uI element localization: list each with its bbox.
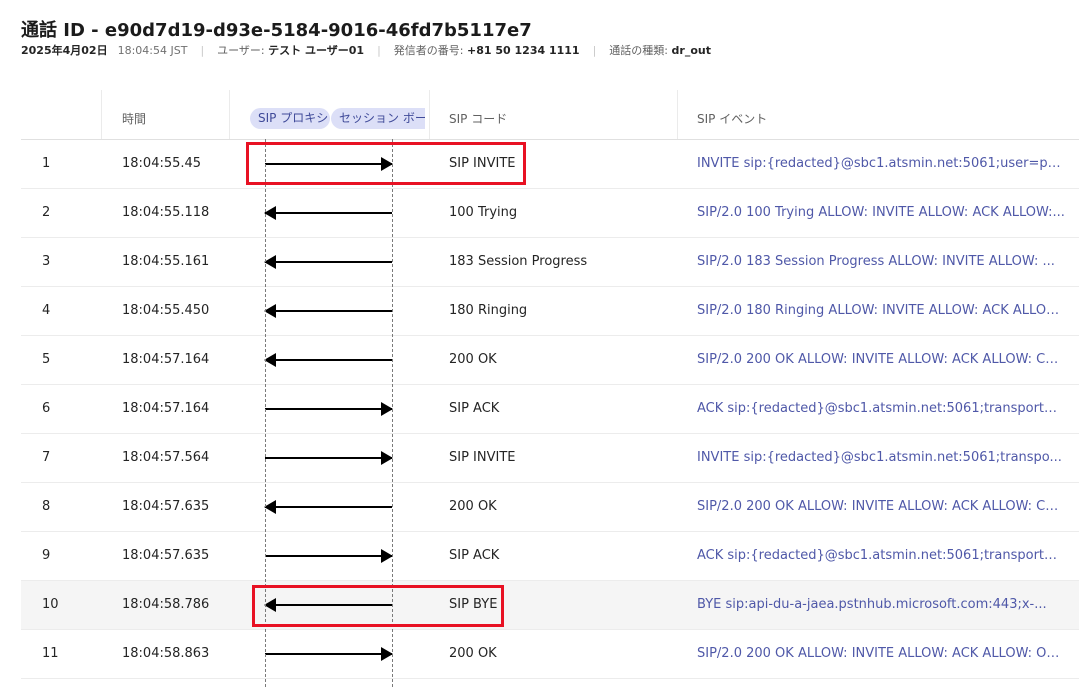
arrow-left-icon bbox=[264, 304, 392, 318]
arrow-right-icon bbox=[265, 451, 393, 465]
column-header-session-border-controller[interactable]: セッション ボーダー コントローラー bbox=[331, 108, 425, 129]
row-sip-event-link[interactable]: SIP/2.0 200 OK ALLOW: INVITE ALLOW: ACK … bbox=[697, 352, 1067, 367]
row-sip-event-link[interactable]: INVITE sip:{redacted}@sbc1.atsmin.net:50… bbox=[697, 156, 1067, 171]
row-sip-event-link[interactable]: INVITE sip:{redacted}@sbc1.atsmin.net:50… bbox=[697, 450, 1067, 465]
divider: | bbox=[377, 43, 381, 57]
page-title: 通話 ID - e90d7d19-d93e-5184-9016-46fd7b51… bbox=[21, 20, 532, 41]
row-sip-event-link[interactable]: SIP/2.0 183 Session Progress ALLOW: INVI… bbox=[697, 254, 1067, 269]
row-sip-code: 200 OK bbox=[449, 499, 497, 514]
table-row[interactable]: 8 18:04:57.635 200 OK SIP/2.0 200 OK ALLOW:… bbox=[21, 483, 1079, 532]
row-sip-event-link[interactable]: SIP/2.0 200 OK ALLOW: INVITE ALLOW: ACK … bbox=[697, 499, 1067, 514]
column-divider[interactable] bbox=[429, 90, 430, 139]
row-time: 18:04:55.161 bbox=[122, 254, 210, 269]
row-sip-code: 180 Ringing bbox=[449, 303, 528, 318]
arrow-left-icon bbox=[264, 353, 392, 367]
arrow-left-icon bbox=[264, 255, 392, 269]
sip-ladder-grid: 時間 SIP プロキシ セッション ボーダー コントローラー SIP コード S… bbox=[21, 90, 1079, 679]
caller-label: 発信者の番号: bbox=[393, 44, 464, 57]
row-time: 18:04:57.164 bbox=[122, 401, 210, 416]
row-sip-event-link[interactable]: ACK sip:{redacted}@sbc1.atsmin.net:5061;… bbox=[697, 401, 1067, 416]
highlight-box-bye bbox=[252, 585, 504, 627]
call-time: 18:04:54 JST bbox=[117, 43, 188, 57]
table-row[interactable]: 2 18:04:55.118 100 Trying SIP/2.0 100 Tryin… bbox=[21, 189, 1079, 238]
row-sip-event-link[interactable]: SIP/2.0 200 OK ALLOW: INVITE ALLOW: ACK … bbox=[697, 646, 1067, 661]
row-sip-code: SIP ACK bbox=[449, 401, 500, 416]
row-sip-code: 200 OK bbox=[449, 646, 497, 661]
row-sip-code: 183 Session Progress bbox=[449, 254, 588, 269]
row-time: 18:04:57.564 bbox=[122, 450, 210, 465]
row-time: 18:04:57.635 bbox=[122, 548, 210, 563]
table-row[interactable]: 10 18:04:58.786 SIP BYE BYE sip:api-du-a-ja… bbox=[21, 581, 1079, 630]
row-sip-event-link[interactable]: ACK sip:{redacted}@sbc1.atsmin.net:5061;… bbox=[697, 548, 1067, 563]
column-header-sip-event[interactable]: SIP イベント bbox=[697, 110, 767, 127]
table-row[interactable]: 9 18:04:57.635 SIP ACK ACK sip:{redacted}@s… bbox=[21, 532, 1079, 581]
grid-header: 時間 SIP プロキシ セッション ボーダー コントローラー SIP コード S… bbox=[21, 90, 1079, 140]
row-number: 8 bbox=[42, 499, 51, 514]
row-number: 7 bbox=[42, 450, 51, 465]
row-time: 18:04:57.635 bbox=[122, 499, 210, 514]
row-time: 18:04:55.450 bbox=[122, 303, 210, 318]
row-time: 18:04:55.118 bbox=[122, 205, 210, 220]
row-sip-code: SIP INVITE bbox=[449, 450, 516, 465]
divider: | bbox=[592, 43, 597, 57]
row-number: 11 bbox=[42, 646, 59, 661]
user-label: ユーザー: bbox=[217, 44, 265, 57]
row-sip-code: 200 OK bbox=[449, 352, 497, 367]
row-sip-event-link[interactable]: SIP/2.0 180 Ringing ALLOW: INVITE ALLOW:… bbox=[697, 303, 1067, 318]
grid-body: 1 18:04:55.45 SIP INVITE INVITE sip:{redact… bbox=[21, 140, 1079, 679]
row-time: 18:04:55.45 bbox=[122, 156, 202, 171]
row-sip-code: 100 Trying bbox=[449, 205, 518, 220]
call-meta: 2025年4月02日 18:04:54 JST | ユーザー: テスト ユーザー… bbox=[21, 42, 711, 58]
column-header-time[interactable]: 時間 bbox=[122, 110, 146, 127]
row-time: 18:04:57.164 bbox=[122, 352, 210, 367]
row-sip-event-link[interactable]: BYE sip:api-du-a-jaea.pstnhub.microsoft.… bbox=[697, 597, 1067, 612]
row-number: 10 bbox=[42, 597, 59, 612]
call-date: 2025年4月02日 bbox=[21, 44, 108, 57]
row-number: 1 bbox=[42, 156, 51, 171]
calltype-value: dr_out bbox=[671, 43, 711, 57]
row-number: 6 bbox=[42, 401, 51, 416]
column-divider[interactable] bbox=[229, 90, 230, 139]
arrow-right-icon bbox=[265, 647, 393, 661]
row-time: 18:04:58.786 bbox=[122, 597, 210, 612]
arrow-right-icon bbox=[265, 549, 393, 563]
calltype-label: 通話の種類: bbox=[609, 44, 669, 57]
table-row[interactable]: 1 18:04:55.45 SIP INVITE INVITE sip:{redact… bbox=[21, 140, 1079, 189]
divider: | bbox=[200, 43, 205, 57]
arrow-left-icon bbox=[264, 500, 392, 514]
row-sip-event-link[interactable]: SIP/2.0 100 Trying ALLOW: INVITE ALLOW: … bbox=[697, 205, 1067, 220]
column-header-sip-proxy[interactable]: SIP プロキシ bbox=[250, 108, 330, 129]
row-sip-code: SIP ACK bbox=[449, 548, 500, 563]
column-divider[interactable] bbox=[677, 90, 678, 139]
row-number: 5 bbox=[42, 352, 51, 367]
user-value: テスト ユーザー01 bbox=[268, 44, 365, 57]
table-row[interactable]: 7 18:04:57.564 SIP INVITE INVITE sip:{redac… bbox=[21, 434, 1079, 483]
table-row[interactable]: 5 18:04:57.164 200 OK SIP/2.0 200 OK ALLOW:… bbox=[21, 336, 1079, 385]
column-header-sip-code[interactable]: SIP コード bbox=[449, 110, 507, 127]
row-time: 18:04:58.863 bbox=[122, 646, 210, 661]
table-row[interactable]: 6 18:04:57.164 SIP ACK ACK sip:{redacted}@s… bbox=[21, 385, 1079, 434]
highlight-box-invite bbox=[246, 142, 526, 185]
row-number: 4 bbox=[42, 303, 51, 318]
arrow-right-icon bbox=[265, 402, 393, 416]
row-number: 2 bbox=[42, 205, 51, 220]
table-row[interactable]: 3 18:04:55.161 183 Session Progress SIP/2.0… bbox=[21, 238, 1079, 287]
table-row[interactable]: 11 18:04:58.863 200 OK SIP/2.0 200 OK ALLOW… bbox=[21, 630, 1079, 679]
arrow-left-icon bbox=[264, 206, 392, 220]
row-number: 9 bbox=[42, 548, 51, 563]
row-number: 3 bbox=[42, 254, 51, 269]
caller-value: +81 50 1234 1111 bbox=[467, 43, 580, 57]
table-row[interactable]: 4 18:04:55.450 180 Ringing SIP/2.0 180 Ring… bbox=[21, 287, 1079, 336]
column-divider[interactable] bbox=[101, 90, 102, 139]
